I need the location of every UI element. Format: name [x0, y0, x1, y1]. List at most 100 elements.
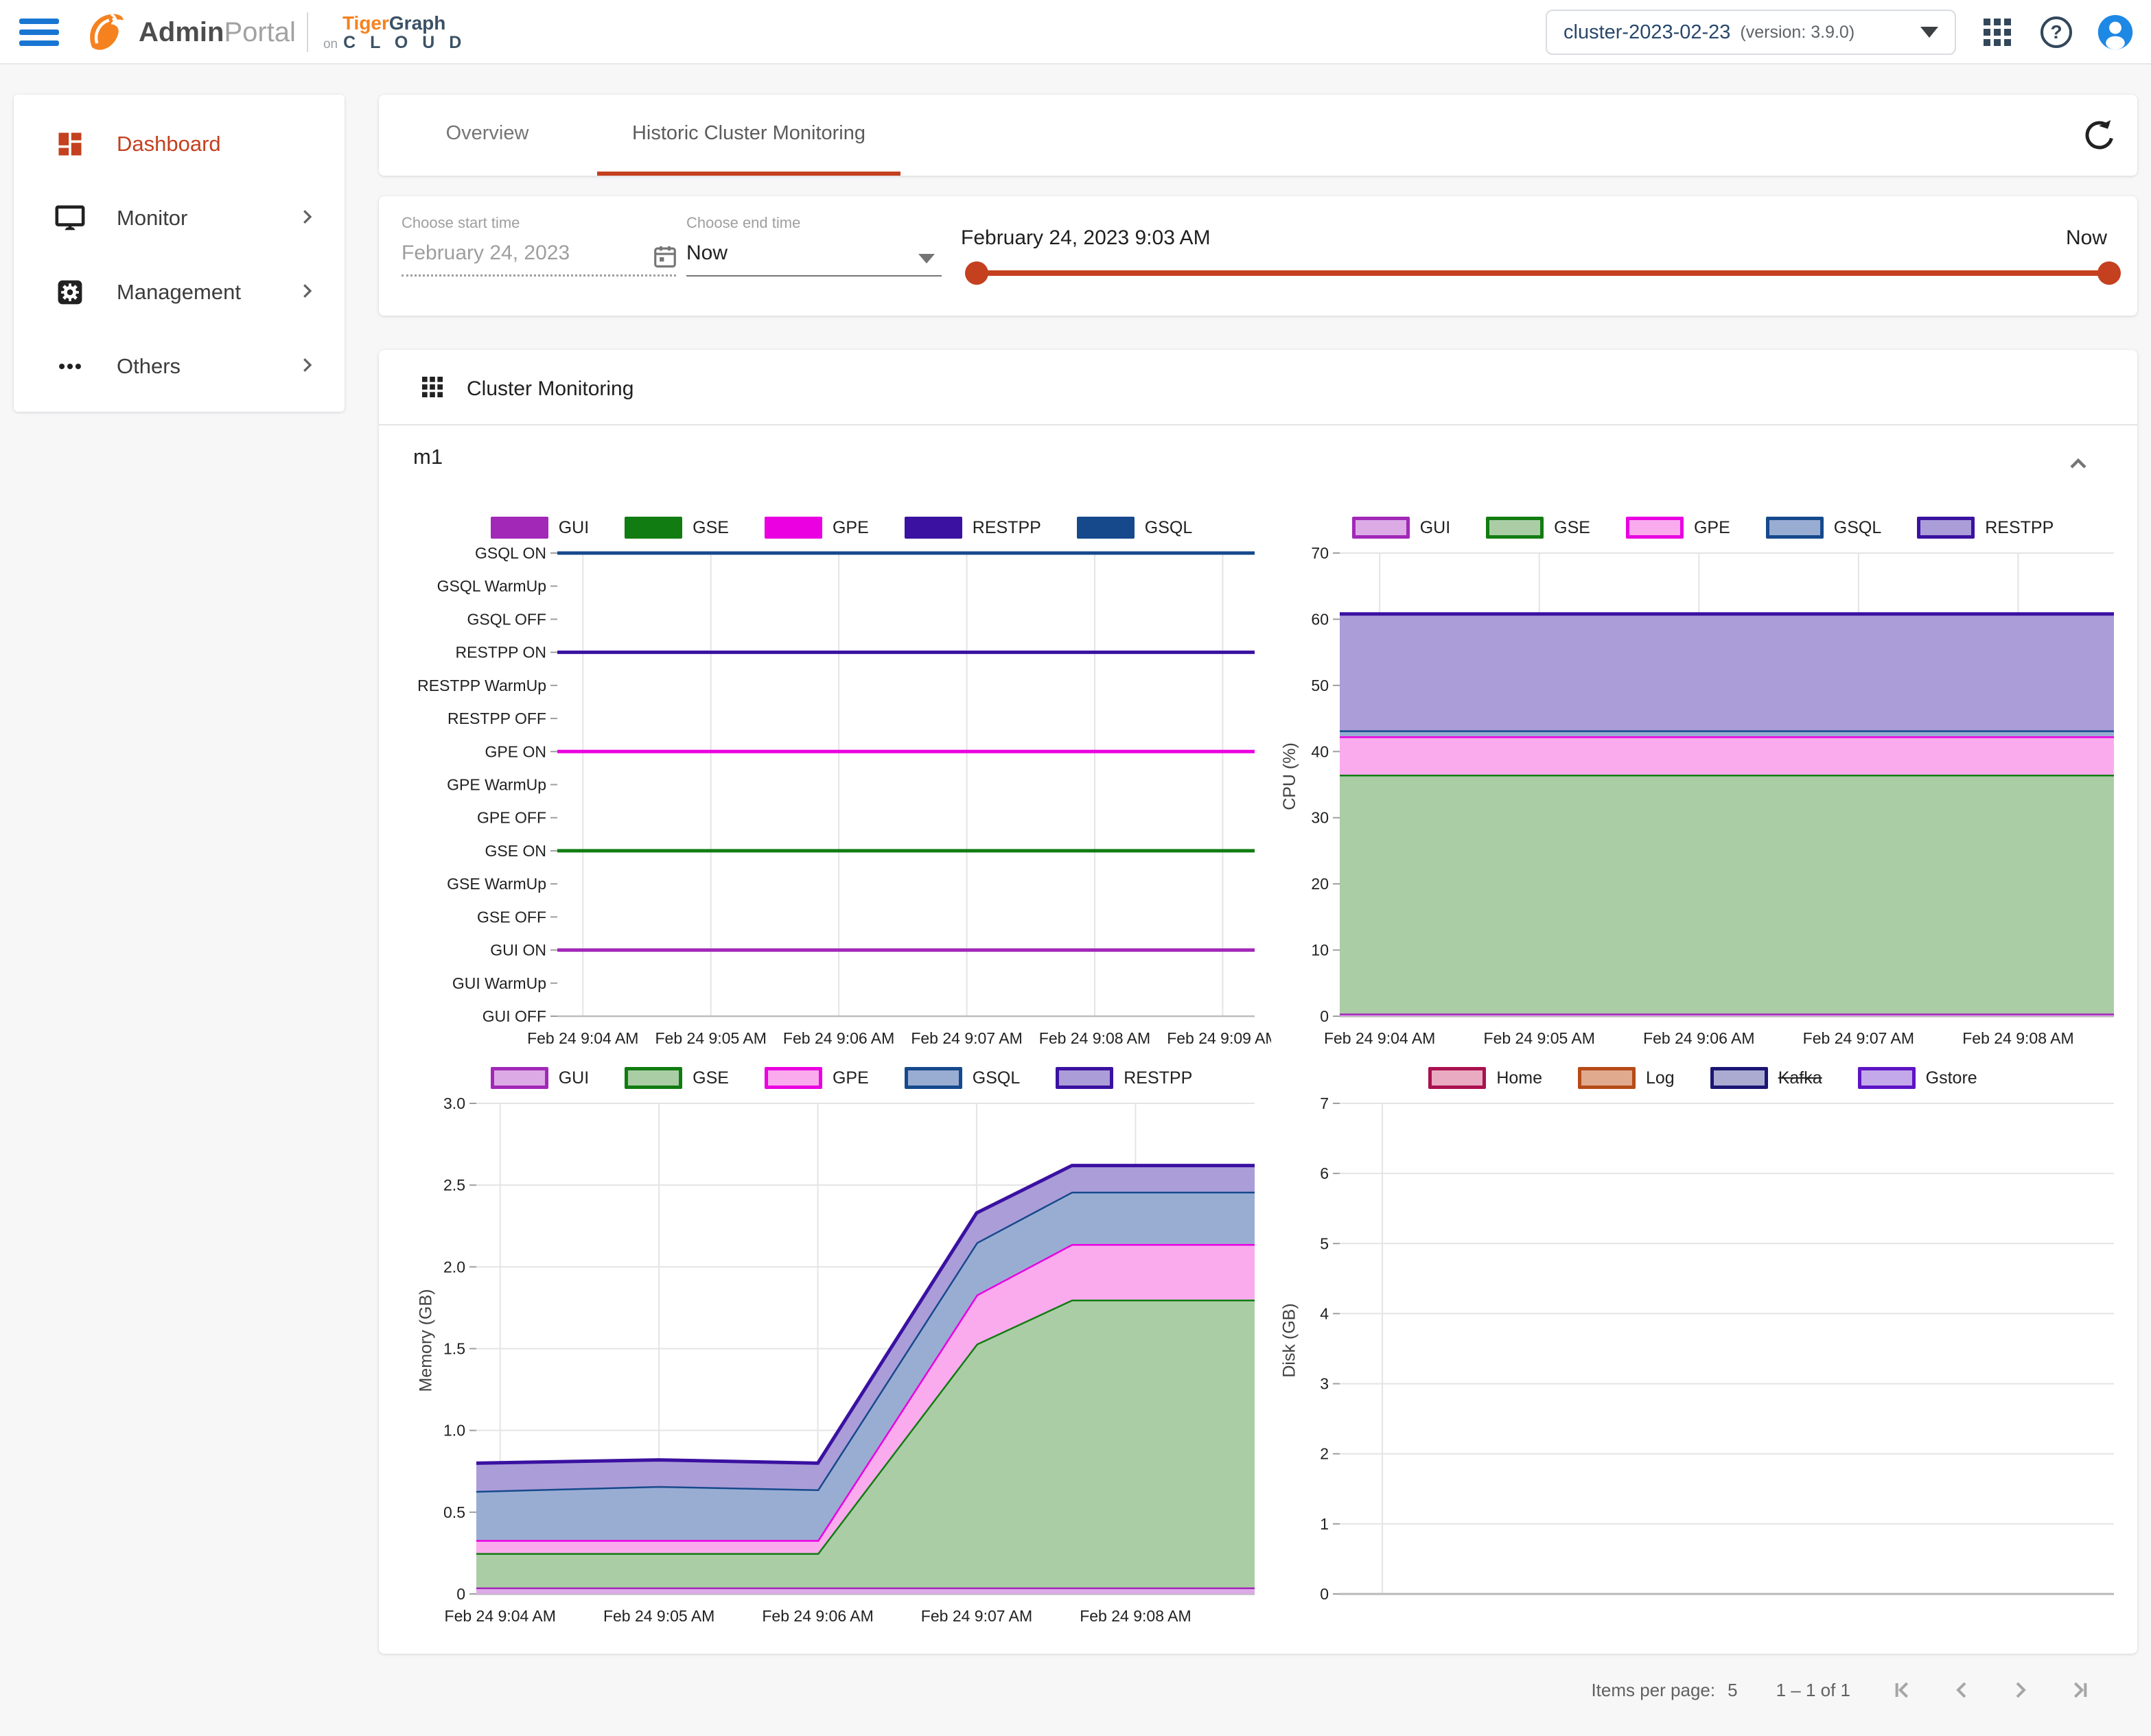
legend-item-gse[interactable]: GSE	[1486, 517, 1590, 539]
slider-handle-start[interactable]	[965, 261, 988, 285]
last-page-icon[interactable]	[2066, 1676, 2093, 1704]
legend-item-gstore[interactable]: Gstore	[1858, 1067, 1977, 1089]
brand-portal: Portal	[224, 17, 296, 48]
legend-item-restpp[interactable]: RESTPP	[905, 517, 1041, 539]
legend-swatch	[1578, 1067, 1636, 1089]
end-time-caret-icon[interactable]	[918, 254, 935, 263]
start-time-input[interactable]: February 24, 2023	[402, 242, 570, 265]
svg-text:RESTPP WarmUp: RESTPP WarmUp	[417, 677, 546, 694]
refresh-icon[interactable]	[2081, 117, 2118, 154]
svg-text:40: 40	[1311, 742, 1329, 760]
app-header: AdminPortal TigerGraph onC L O U D clust…	[0, 0, 2151, 64]
legend-item-gse[interactable]: GSE	[625, 517, 729, 539]
grid-squares-icon	[419, 373, 446, 404]
legend-swatch	[1077, 517, 1135, 539]
legend-swatch	[625, 517, 682, 539]
svg-text:50: 50	[1311, 677, 1329, 694]
svg-text:6: 6	[1320, 1164, 1329, 1182]
header-actions: cluster-2023-02-23 (version: 3.9.0) ?	[1546, 0, 2133, 64]
svg-text:3.0: 3.0	[443, 1094, 465, 1112]
svg-text:?: ?	[2050, 21, 2062, 43]
sidebar-item-label: Dashboard	[117, 132, 221, 156]
legend-item-home[interactable]: Home	[1428, 1067, 1542, 1089]
svg-text:GPE WarmUp: GPE WarmUp	[447, 776, 546, 794]
end-time-select[interactable]: Now	[686, 242, 728, 265]
legend-label: GSQL	[1145, 518, 1192, 538]
chart-plot: 010203040506070Feb 24 9:04 AMFeb 24 9:05…	[1275, 543, 2130, 1057]
legend-label: Home	[1496, 1068, 1542, 1088]
first-page-icon[interactable]	[1889, 1676, 1916, 1704]
calendar-icon[interactable]	[652, 243, 678, 274]
tab-historic-cluster-monitoring[interactable]: Historic Cluster Monitoring	[597, 95, 900, 172]
sidebar-item-monitor[interactable]: Monitor	[14, 181, 345, 255]
dashboard-icon	[52, 129, 88, 159]
legend-label: GPE	[1694, 518, 1730, 538]
legend-label: GSE	[1554, 518, 1590, 538]
svg-text:GPE OFF: GPE OFF	[477, 809, 546, 827]
svg-text:60: 60	[1311, 610, 1329, 628]
previous-page-icon[interactable]	[1948, 1676, 1975, 1704]
legend-item-gpe[interactable]: GPE	[765, 517, 869, 539]
chevron-right-icon	[297, 355, 317, 379]
legend-label: GPE	[833, 518, 869, 538]
tigergraph-logo-icon	[81, 8, 129, 56]
legend-item-gpe[interactable]: GPE	[1626, 517, 1730, 539]
svg-text:GSE WarmUp: GSE WarmUp	[447, 875, 546, 893]
legend-item-gpe[interactable]: GPE	[765, 1067, 869, 1089]
legend-item-restpp[interactable]: RESTPP	[1917, 517, 2054, 539]
legend-item-gui[interactable]: GUI	[1352, 517, 1450, 539]
time-range-slider[interactable]	[976, 270, 2110, 276]
legend-item-gsql[interactable]: GSQL	[1077, 517, 1192, 539]
svg-text:2.0: 2.0	[443, 1258, 465, 1276]
tigergraph-cloud-wordmark: TigerGraph onC L O U D	[323, 14, 466, 51]
slider-handle-end[interactable]	[2097, 261, 2121, 285]
items-per-page-value[interactable]: 5	[1728, 1680, 1737, 1701]
svg-text:0.5: 0.5	[443, 1503, 465, 1521]
divider	[379, 424, 2137, 425]
legend-item-gsql[interactable]: GSQL	[905, 1067, 1020, 1089]
legend-label: GUI	[559, 518, 589, 538]
brand-divider	[307, 12, 308, 52]
legend-item-gui[interactable]: GUI	[491, 517, 589, 539]
legend-label: GSQL	[973, 1068, 1020, 1088]
service-status-chart: GUIGSEGPERESTPPGSQL GSQL ONGSQL WarmUpGS…	[412, 512, 1271, 1057]
legend-item-gsql[interactable]: GSQL	[1766, 517, 1881, 539]
collapse-chevron-icon[interactable]	[2065, 450, 2092, 481]
svg-text:0: 0	[1320, 1007, 1329, 1025]
legend-item-restpp[interactable]: RESTPP	[1056, 1067, 1192, 1089]
apps-grid-icon[interactable]	[1979, 14, 2015, 50]
sidebar-item-management[interactable]: Management	[14, 255, 345, 329]
cluster-select[interactable]: cluster-2023-02-23 (version: 3.9.0)	[1546, 10, 1956, 55]
legend-item-log[interactable]: Log	[1578, 1067, 1675, 1089]
sidebar: Dashboard Monitor Management Others	[14, 95, 345, 412]
svg-text:Feb 24 9:07 AM: Feb 24 9:07 AM	[1803, 1029, 1914, 1047]
legend-swatch	[1766, 517, 1824, 539]
legend-label: Log	[1646, 1068, 1675, 1088]
slider-start-label: February 24, 2023 9:03 AM	[961, 226, 1211, 250]
svg-text:Feb 24 9:05 AM: Feb 24 9:05 AM	[655, 1029, 767, 1047]
svg-text:30: 30	[1311, 809, 1329, 827]
end-time-label: Choose end time	[686, 214, 800, 232]
help-icon[interactable]: ?	[2038, 14, 2074, 50]
user-avatar[interactable]	[2097, 14, 2133, 50]
monitor-icon	[52, 202, 88, 234]
legend-swatch	[1056, 1067, 1113, 1089]
legend-swatch	[1428, 1067, 1486, 1089]
sidebar-item-dashboard[interactable]: Dashboard	[14, 107, 345, 181]
legend-item-gui[interactable]: GUI	[491, 1067, 589, 1089]
next-page-icon[interactable]	[2007, 1676, 2034, 1704]
svg-text:Feb 24 9:06 AM: Feb 24 9:06 AM	[1643, 1029, 1754, 1047]
disk-usage-chart: HomeLogKafkaGstore 01234567 Disk (GB)	[1275, 1062, 2130, 1635]
tab-overview[interactable]: Overview	[419, 95, 556, 172]
legend-swatch	[1710, 1067, 1768, 1089]
legend-item-gse[interactable]: GSE	[625, 1067, 729, 1089]
sidebar-item-others[interactable]: Others	[14, 329, 345, 403]
legend-item-kafka[interactable]: Kafka	[1710, 1067, 1822, 1089]
svg-text:7: 7	[1320, 1094, 1329, 1112]
menu-icon[interactable]	[18, 16, 60, 49]
legend-label: GUI	[1420, 518, 1450, 538]
svg-text:5: 5	[1320, 1234, 1329, 1252]
page-range-label: 1 – 1 of 1	[1776, 1680, 1850, 1701]
svg-text:GUI WarmUp: GUI WarmUp	[452, 974, 546, 992]
svg-text:Feb 24 9:08 AM: Feb 24 9:08 AM	[1039, 1029, 1150, 1047]
